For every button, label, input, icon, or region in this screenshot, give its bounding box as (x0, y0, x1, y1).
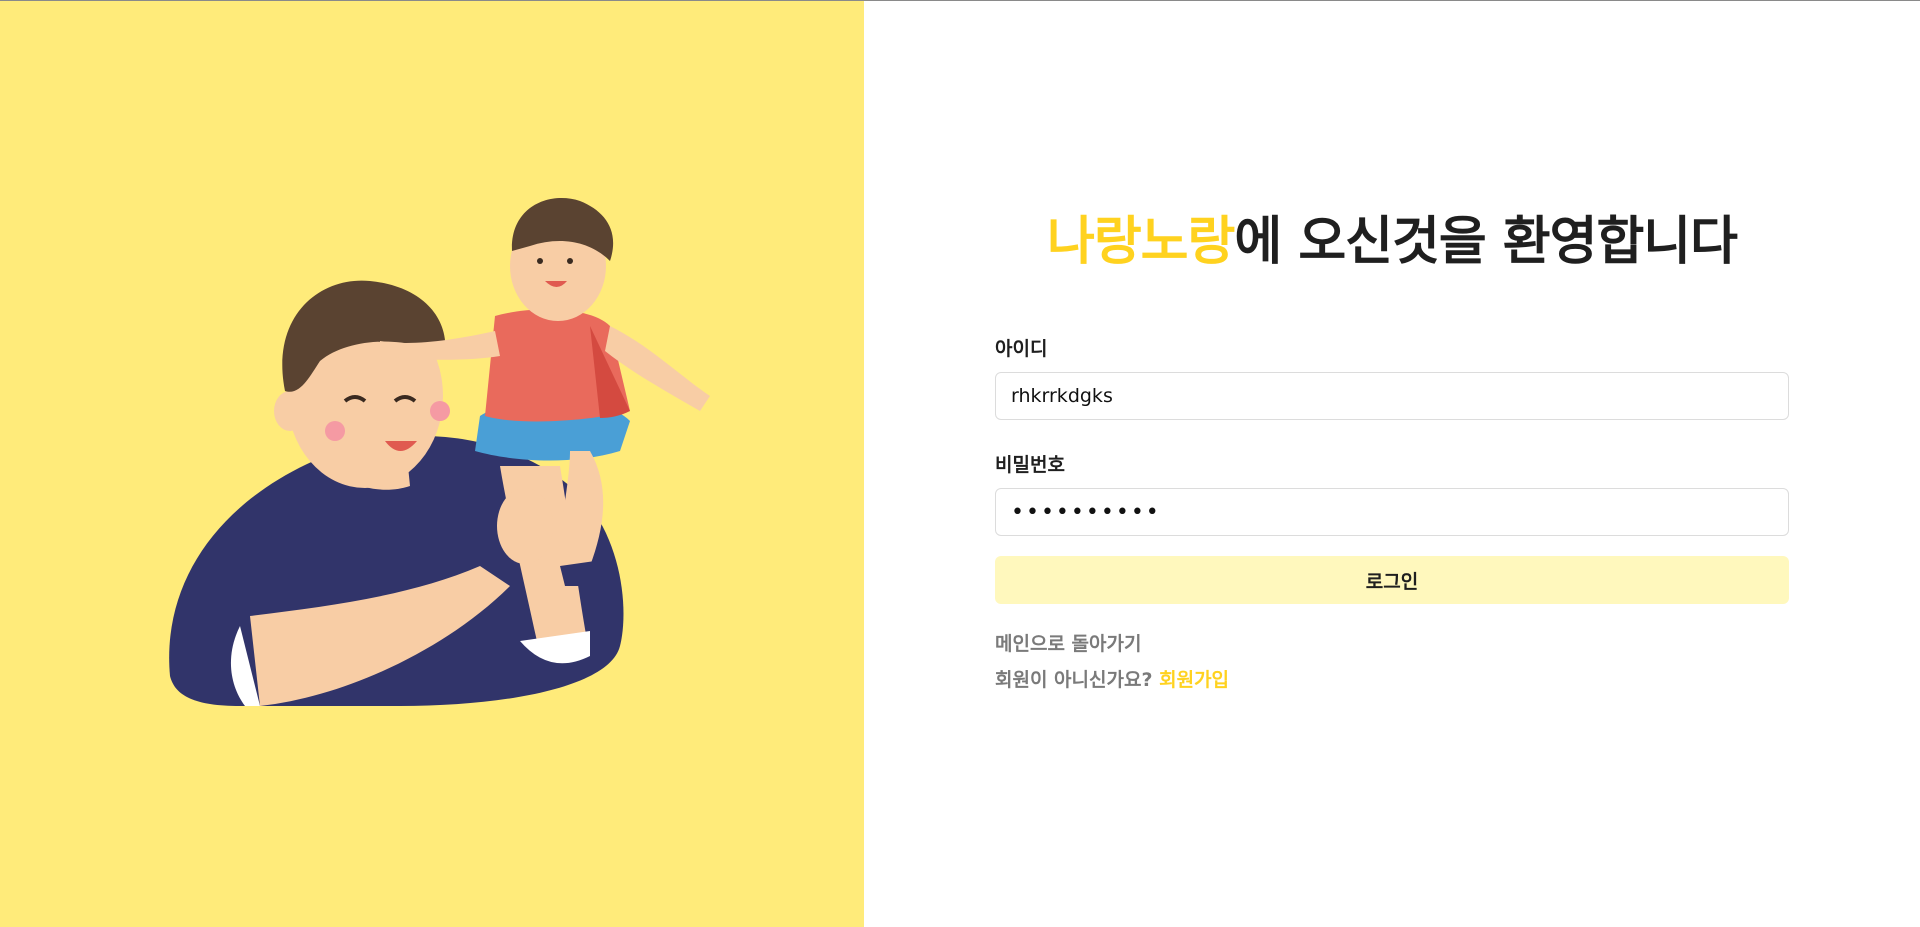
id-label: 아이디 (995, 338, 1048, 360)
left-panel (0, 1, 864, 927)
not-member-text: 회원이 아니신가요? (995, 669, 1153, 691)
back-to-main-link[interactable]: 메인으로 돌아가기 (995, 633, 1141, 655)
father-child-illustration (169, 198, 710, 706)
right-panel: 나랑노랑에 오신것을 환영합니다 아이디 비밀번호 로그인 메인으로 돌아가기 … (864, 1, 1920, 927)
welcome-text: 에 오신것을 환영합니다 (1234, 212, 1738, 272)
signup-link[interactable]: 회원가입 (1159, 669, 1229, 691)
brand-name: 나랑노랑 (1047, 212, 1235, 272)
back-to-main-row: 메인으로 돌아가기 (995, 626, 1789, 662)
password-input[interactable] (995, 488, 1789, 536)
id-input[interactable] (995, 372, 1789, 420)
welcome-title: 나랑노랑에 오신것을 환영합니다 (864, 199, 1920, 274)
password-label: 비밀번호 (995, 454, 1065, 476)
signup-row: 회원이 아니신가요? 회원가입 (995, 662, 1789, 698)
login-form: 아이디 비밀번호 로그인 메인으로 돌아가기 회원이 아니신가요? 회원가입 (995, 336, 1789, 698)
links-area: 메인으로 돌아가기 회원이 아니신가요? 회원가입 (995, 626, 1789, 698)
login-button[interactable]: 로그인 (995, 556, 1789, 604)
